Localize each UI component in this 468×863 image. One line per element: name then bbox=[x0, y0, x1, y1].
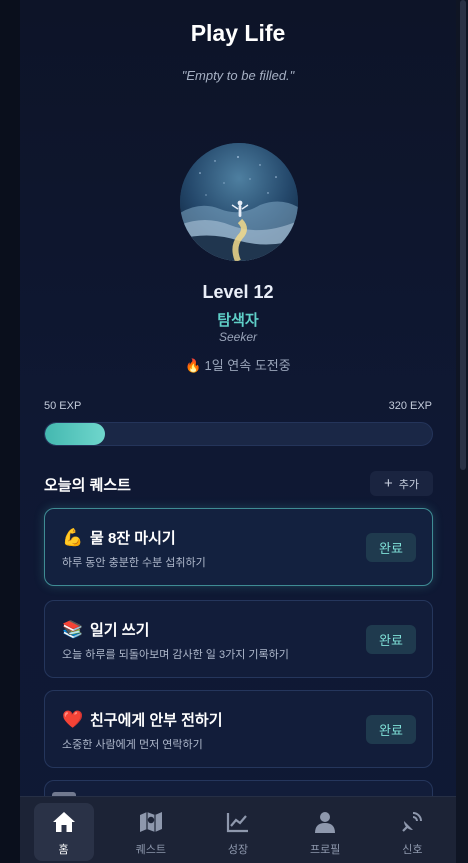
quest-card[interactable]: 📚 일기 쓰기 오늘 하루를 되돌아보며 감사한 일 3가지 기록하기 완료 bbox=[44, 600, 433, 678]
complete-quest-button[interactable]: 완료 bbox=[366, 533, 416, 562]
quest-description: 하루 동안 충분한 수분 섭취하기 bbox=[62, 557, 206, 569]
satellite-icon bbox=[401, 809, 423, 835]
quest-title: 친구에게 안부 전하기 bbox=[90, 712, 223, 729]
nav-label-signal: 신호 bbox=[402, 844, 423, 856]
add-quest-button[interactable]: + 추가 bbox=[370, 471, 433, 496]
quest-title-row: 📚 일기 쓰기 bbox=[62, 619, 149, 640]
nav-item-signal[interactable]: 신호 bbox=[382, 803, 442, 861]
quest-title: 일기 쓰기 bbox=[90, 622, 150, 639]
quest-title-row: ❤️ 친구에게 안부 전하기 bbox=[62, 709, 223, 730]
scrollbar-thumb[interactable] bbox=[460, 0, 466, 470]
bottom-nav: 홈 퀘스트 성장 프로필 신호 bbox=[20, 796, 456, 863]
nav-label-profile: 프로필 bbox=[309, 844, 341, 856]
nav-label-quests: 퀘스트 bbox=[135, 844, 166, 856]
streak-text: 1일 연속 도전중 bbox=[204, 358, 291, 373]
avatar[interactable] bbox=[180, 143, 298, 261]
exp-progress-bar bbox=[44, 422, 433, 446]
level-text: Level 12 bbox=[202, 282, 274, 302]
quest-title: 물 8잔 마시기 bbox=[90, 530, 176, 547]
app-page: Play Life "Empty to be filled." Level 12… bbox=[20, 0, 456, 863]
books-icon: 📚 bbox=[62, 619, 84, 639]
chart-line-icon bbox=[226, 809, 250, 835]
nav-item-growth[interactable]: 성장 bbox=[208, 803, 268, 861]
muscle-icon: 💪 bbox=[62, 527, 84, 547]
app-title: Play Life bbox=[190, 20, 286, 46]
rank-title: 탐색자 bbox=[217, 312, 259, 329]
quest-description: 오늘 하루를 되돌아보며 감사한 일 3가지 기록하기 bbox=[62, 649, 289, 661]
heart-icon: ❤️ bbox=[62, 709, 84, 729]
exp-max: 320 EXP bbox=[388, 400, 432, 412]
plus-icon: + bbox=[383, 475, 393, 492]
exp-progress-fill bbox=[45, 423, 106, 445]
quest-card[interactable]: ❤️ 친구에게 안부 전하기 소중한 사람에게 먼저 연락하기 완료 bbox=[44, 690, 433, 768]
home-icon bbox=[52, 809, 76, 835]
left-gutter bbox=[0, 0, 20, 863]
rank-subtitle: Seeker bbox=[218, 330, 258, 344]
quests-section-title: 오늘의 퀘스트 bbox=[44, 477, 131, 494]
scrollbar[interactable] bbox=[456, 0, 468, 863]
complete-quest-button[interactable]: 완료 bbox=[366, 625, 416, 654]
fire-icon: 🔥 bbox=[185, 358, 202, 373]
avatar-illustration bbox=[180, 143, 298, 261]
motto-quote: "Empty to be filled." bbox=[181, 68, 295, 83]
complete-quest-button[interactable]: 완료 bbox=[366, 715, 416, 744]
streak-status: 🔥 1일 연속 도전중 bbox=[20, 355, 456, 374]
map-icon bbox=[139, 809, 163, 835]
nav-label-growth: 성장 bbox=[227, 844, 249, 856]
nav-item-profile[interactable]: 프로필 bbox=[295, 803, 355, 861]
user-icon bbox=[314, 809, 336, 835]
nav-item-quests[interactable]: 퀘스트 bbox=[121, 803, 181, 861]
quest-card[interactable]: 💪 물 8잔 마시기 하루 동안 충분한 수분 섭취하기 완료 bbox=[44, 508, 433, 586]
exp-current: 50 EXP bbox=[44, 400, 82, 412]
quest-title-row: 💪 물 8잔 마시기 bbox=[62, 527, 176, 548]
nav-item-home[interactable]: 홈 bbox=[33, 803, 94, 861]
add-quest-label: 추가 bbox=[398, 478, 419, 491]
quest-description: 소중한 사람에게 먼저 연락하기 bbox=[62, 739, 203, 751]
nav-label-home: 홈 bbox=[58, 844, 69, 856]
